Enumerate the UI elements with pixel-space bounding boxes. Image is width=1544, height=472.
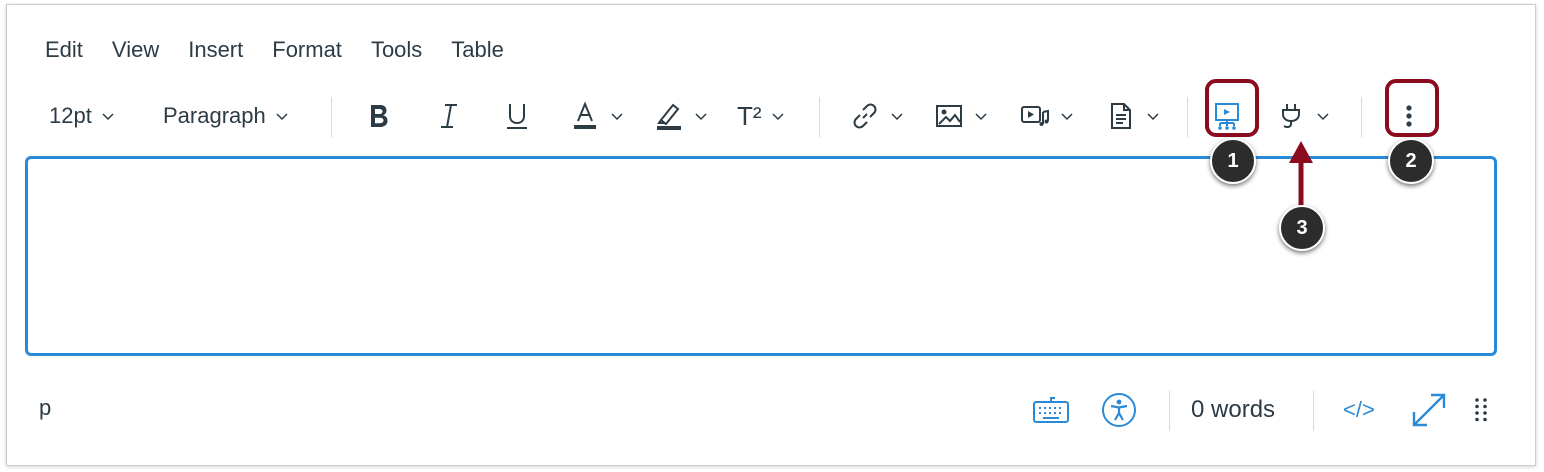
chevron-down-icon: [695, 113, 707, 121]
chevron-down-icon: [975, 113, 987, 121]
image-dropdown[interactable]: [933, 85, 989, 147]
resize-handle[interactable]: [1473, 385, 1489, 435]
menubar: Edit View Insert Format Tools Table: [45, 35, 533, 65]
font-size-value: 12pt: [49, 103, 92, 128]
chevron-down-icon: [1147, 113, 1159, 121]
keyboard-shortcuts-button[interactable]: [1031, 385, 1071, 435]
block-format-value: Paragraph: [163, 103, 266, 128]
toolbar-divider: [1361, 97, 1362, 137]
text-color-dropdown[interactable]: [569, 85, 625, 147]
link-icon: [853, 103, 877, 129]
code-icon: </>: [1343, 397, 1375, 422]
underline-button[interactable]: [501, 85, 533, 147]
chevron-down-icon: [1317, 113, 1329, 121]
fullscreen-button[interactable]: [1409, 385, 1449, 435]
media-icon: [1021, 106, 1049, 126]
bold-button[interactable]: [363, 85, 395, 147]
chevron-down-icon: [276, 113, 288, 121]
keyboard-icon: [1033, 397, 1069, 423]
highlight-color-dropdown[interactable]: [653, 85, 709, 147]
image-icon: [936, 105, 962, 127]
expand-icon: [1412, 393, 1446, 427]
html-editor-toggle[interactable]: </>: [1343, 385, 1375, 435]
callout-1: 1: [1210, 138, 1256, 184]
bold-icon: [371, 105, 388, 127]
chevron-down-icon: [1061, 113, 1073, 121]
toolbar-divider: [331, 97, 332, 137]
chevron-down-icon: [102, 113, 114, 121]
italic-button[interactable]: [433, 85, 465, 147]
more-highlight-box: [1385, 79, 1439, 137]
word-count-button[interactable]: 0 words: [1191, 385, 1275, 435]
menu-format[interactable]: Format: [272, 35, 342, 65]
link-dropdown[interactable]: [849, 85, 905, 147]
font-size-dropdown[interactable]: 12pt: [49, 85, 116, 147]
rich-content-editor: Edit View Insert Format Tools Table 12pt…: [6, 4, 1536, 466]
document-dropdown[interactable]: [1105, 85, 1161, 147]
toolbar-divider: [819, 97, 820, 137]
superscript-icon: T²: [737, 100, 762, 131]
menu-insert[interactable]: Insert: [188, 35, 243, 65]
text-color-icon: [574, 101, 596, 129]
chevron-down-icon: [772, 113, 784, 121]
element-path[interactable]: p: [39, 395, 51, 421]
editor-content-area[interactable]: [25, 156, 1497, 356]
callout-2: 2: [1388, 138, 1434, 184]
accessibility-checker-button[interactable]: [1101, 385, 1137, 435]
toolbar-divider: [1187, 97, 1188, 137]
accessibility-icon: [1102, 393, 1136, 427]
statusbar-divider: [1169, 391, 1170, 431]
drag-handle-icon: [1475, 398, 1487, 422]
menu-view[interactable]: View: [112, 35, 159, 65]
underline-icon: [507, 104, 527, 129]
document-icon: [1111, 103, 1131, 129]
highlight-icon: [657, 103, 681, 130]
callout-3: 3: [1279, 205, 1325, 251]
word-count: 0 words: [1191, 396, 1276, 423]
superscript-dropdown[interactable]: T²: [737, 85, 786, 147]
block-format-dropdown[interactable]: Paragraph: [163, 85, 290, 147]
statusbar-divider: [1313, 391, 1314, 431]
chevron-down-icon: [891, 113, 903, 121]
media-dropdown[interactable]: [1019, 85, 1075, 147]
italic-icon: [441, 104, 457, 128]
menu-tools[interactable]: Tools: [371, 35, 422, 65]
chevron-down-icon: [611, 113, 623, 121]
status-bar: p 0 words </>: [7, 385, 1535, 435]
menu-table[interactable]: Table: [451, 35, 504, 65]
plugin-icon: [1282, 104, 1300, 129]
apps-highlight-box: [1205, 79, 1259, 137]
arrow-icon: [1289, 141, 1313, 213]
menu-edit[interactable]: Edit: [45, 35, 83, 65]
